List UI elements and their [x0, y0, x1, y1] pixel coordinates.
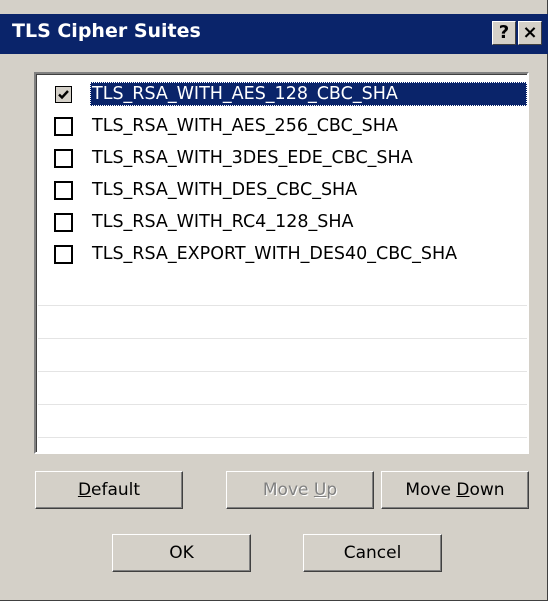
button-accelerator: U: [313, 480, 327, 500]
button-label-suffix: p: [326, 480, 338, 500]
tls-cipher-suites-dialog: TLS Cipher Suites ? × TLS_RSA_WITH_AES_1…: [0, 0, 548, 601]
list-item[interactable]: TLS_RSA_WITH_AES_256_CBC_SHA: [38, 110, 527, 142]
list-item-selected[interactable]: TLS_RSA_WITH_AES_128_CBC_SHA: [38, 78, 527, 110]
checkbox[interactable]: [54, 117, 73, 136]
list-item-label: TLS_RSA_WITH_RC4_128_SHA: [92, 212, 354, 232]
cipher-suite-list[interactable]: TLS_RSA_WITH_AES_128_CBC_SHA TLS_RSA_WIT…: [34, 72, 529, 454]
checkbox[interactable]: [54, 181, 73, 200]
button-accelerator: D: [456, 480, 470, 500]
button-accelerator: D: [77, 480, 92, 500]
list-item[interactable]: TLS_RSA_WITH_3DES_EDE_CBC_SHA: [38, 142, 527, 174]
button-label-prefix: Move: [262, 480, 314, 500]
move-up-button[interactable]: Move Up: [226, 471, 374, 509]
list-item-label: TLS_RSA_WITH_AES_256_CBC_SHA: [92, 116, 398, 136]
close-button[interactable]: ×: [518, 21, 542, 45]
empty-list-row: [38, 274, 527, 306]
list-item-label: TLS_RSA_WITH_DES_CBC_SHA: [92, 180, 358, 200]
move-down-button[interactable]: Move Down: [381, 471, 529, 509]
default-button[interactable]: Default: [35, 471, 183, 509]
title-bar[interactable]: TLS Cipher Suites ? ×: [0, 14, 548, 54]
empty-list-row: [38, 406, 527, 438]
list-item-label: TLS_RSA_WITH_AES_128_CBC_SHA: [90, 82, 527, 106]
cancel-button[interactable]: Cancel: [303, 534, 442, 572]
ok-button[interactable]: OK: [112, 534, 251, 572]
list-item[interactable]: TLS_RSA_EXPORT_WITH_DES40_CBC_SHA: [38, 238, 527, 270]
list-item-label: TLS_RSA_WITH_3DES_EDE_CBC_SHA: [92, 148, 413, 168]
checkbox[interactable]: [54, 245, 73, 264]
dialog-title: TLS Cipher Suites: [12, 20, 201, 42]
list-item[interactable]: TLS_RSA_WITH_RC4_128_SHA: [38, 206, 527, 238]
empty-list-row: [38, 307, 527, 339]
checkmark-icon: [58, 90, 69, 100]
checkbox-checked[interactable]: [54, 85, 73, 104]
button-label-prefix: Move: [405, 480, 457, 500]
help-button[interactable]: ?: [492, 21, 516, 45]
button-label-suffix: own: [469, 480, 505, 500]
empty-list-row: [38, 373, 527, 405]
list-item[interactable]: TLS_RSA_WITH_DES_CBC_SHA: [38, 174, 527, 206]
list-item-label: TLS_RSA_EXPORT_WITH_DES40_CBC_SHA: [92, 244, 458, 264]
checkbox[interactable]: [54, 149, 73, 168]
close-icon: ×: [522, 22, 538, 43]
checkbox[interactable]: [54, 213, 73, 232]
help-icon: ?: [498, 22, 510, 43]
button-label-suffix: efault: [91, 480, 141, 500]
empty-list-row: [38, 340, 527, 372]
